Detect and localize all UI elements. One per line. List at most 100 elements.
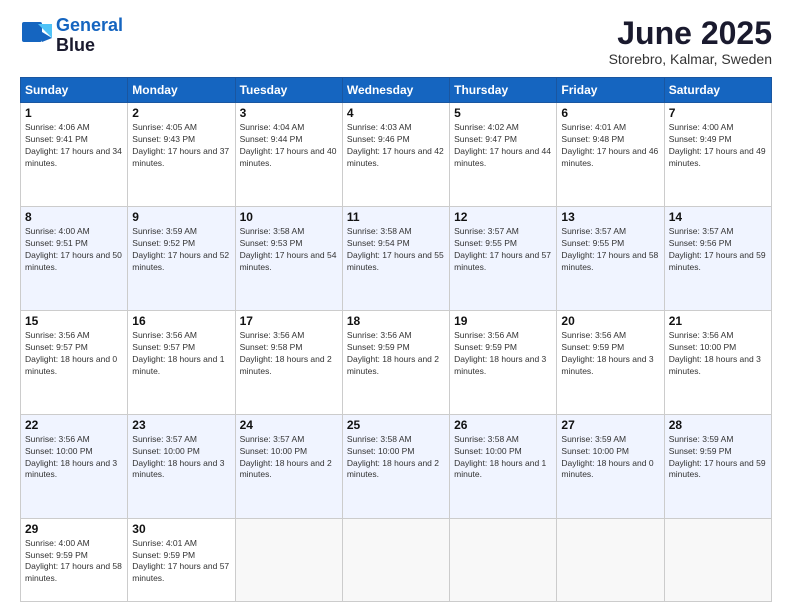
- day-info: Sunrise: 3:58 AMSunset: 9:53 PMDaylight:…: [240, 226, 337, 272]
- day-number: 4: [347, 106, 445, 120]
- day-number: 11: [347, 210, 445, 224]
- day-number: 17: [240, 314, 338, 328]
- table-row: 3 Sunrise: 4:04 AMSunset: 9:44 PMDayligh…: [235, 103, 342, 207]
- day-number: 19: [454, 314, 552, 328]
- table-row: 11 Sunrise: 3:58 AMSunset: 9:54 PMDaylig…: [342, 207, 449, 311]
- table-row: 22 Sunrise: 3:56 AMSunset: 10:00 PMDayli…: [21, 414, 128, 518]
- day-number: 2: [132, 106, 230, 120]
- day-info: Sunrise: 3:56 AMSunset: 9:59 PMDaylight:…: [347, 330, 439, 376]
- table-row: 4 Sunrise: 4:03 AMSunset: 9:46 PMDayligh…: [342, 103, 449, 207]
- day-info: Sunrise: 3:56 AMSunset: 9:57 PMDaylight:…: [25, 330, 117, 376]
- page: General Blue June 2025 Storebro, Kalmar,…: [0, 0, 792, 612]
- top-section: General Blue June 2025 Storebro, Kalmar,…: [20, 16, 772, 67]
- day-number: 5: [454, 106, 552, 120]
- day-info: Sunrise: 4:01 AMSunset: 9:48 PMDaylight:…: [561, 122, 658, 168]
- day-info: Sunrise: 3:58 AMSunset: 10:00 PMDaylight…: [454, 434, 546, 480]
- day-info: Sunrise: 3:56 AMSunset: 10:00 PMDaylight…: [25, 434, 117, 480]
- day-number: 28: [669, 418, 767, 432]
- day-info: Sunrise: 4:06 AMSunset: 9:41 PMDaylight:…: [25, 122, 122, 168]
- day-number: 8: [25, 210, 123, 224]
- day-info: Sunrise: 3:58 AMSunset: 10:00 PMDaylight…: [347, 434, 439, 480]
- day-info: Sunrise: 4:05 AMSunset: 9:43 PMDaylight:…: [132, 122, 229, 168]
- table-row: 15 Sunrise: 3:56 AMSunset: 9:57 PMDaylig…: [21, 310, 128, 414]
- day-number: 25: [347, 418, 445, 432]
- day-number: 12: [454, 210, 552, 224]
- logo-general: General: [56, 15, 123, 35]
- table-row: 29 Sunrise: 4:00 AMSunset: 9:59 PMDaylig…: [21, 518, 128, 601]
- table-row: 25 Sunrise: 3:58 AMSunset: 10:00 PMDayli…: [342, 414, 449, 518]
- day-number: 30: [132, 522, 230, 536]
- day-info: Sunrise: 4:00 AMSunset: 9:59 PMDaylight:…: [25, 538, 122, 584]
- month-title: June 2025: [609, 16, 772, 51]
- table-row: 9 Sunrise: 3:59 AMSunset: 9:52 PMDayligh…: [128, 207, 235, 311]
- col-friday: Friday: [557, 78, 664, 103]
- table-row: 1 Sunrise: 4:06 AMSunset: 9:41 PMDayligh…: [21, 103, 128, 207]
- day-info: Sunrise: 4:00 AMSunset: 9:49 PMDaylight:…: [669, 122, 766, 168]
- calendar-table: Sunday Monday Tuesday Wednesday Thursday…: [20, 77, 772, 602]
- day-number: 29: [25, 522, 123, 536]
- day-number: 22: [25, 418, 123, 432]
- logo: General Blue: [20, 16, 123, 56]
- table-row: [664, 518, 771, 601]
- logo-blue: Blue: [56, 35, 95, 55]
- table-row: 2 Sunrise: 4:05 AMSunset: 9:43 PMDayligh…: [128, 103, 235, 207]
- table-row: 19 Sunrise: 3:56 AMSunset: 9:59 PMDaylig…: [450, 310, 557, 414]
- day-number: 3: [240, 106, 338, 120]
- table-row: [342, 518, 449, 601]
- col-wednesday: Wednesday: [342, 78, 449, 103]
- logo-icon: [20, 20, 52, 52]
- table-row: 27 Sunrise: 3:59 AMSunset: 10:00 PMDayli…: [557, 414, 664, 518]
- day-info: Sunrise: 3:57 AMSunset: 9:55 PMDaylight:…: [561, 226, 658, 272]
- day-number: 16: [132, 314, 230, 328]
- table-row: 7 Sunrise: 4:00 AMSunset: 9:49 PMDayligh…: [664, 103, 771, 207]
- table-row: 26 Sunrise: 3:58 AMSunset: 10:00 PMDayli…: [450, 414, 557, 518]
- table-row: 18 Sunrise: 3:56 AMSunset: 9:59 PMDaylig…: [342, 310, 449, 414]
- day-number: 20: [561, 314, 659, 328]
- location: Storebro, Kalmar, Sweden: [609, 51, 772, 67]
- day-info: Sunrise: 3:57 AMSunset: 9:55 PMDaylight:…: [454, 226, 551, 272]
- day-number: 10: [240, 210, 338, 224]
- day-info: Sunrise: 3:56 AMSunset: 9:57 PMDaylight:…: [132, 330, 224, 376]
- table-row: 20 Sunrise: 3:56 AMSunset: 9:59 PMDaylig…: [557, 310, 664, 414]
- table-row: 28 Sunrise: 3:59 AMSunset: 9:59 PMDaylig…: [664, 414, 771, 518]
- day-info: Sunrise: 3:59 AMSunset: 10:00 PMDaylight…: [561, 434, 653, 480]
- day-number: 6: [561, 106, 659, 120]
- day-info: Sunrise: 3:56 AMSunset: 9:59 PMDaylight:…: [454, 330, 546, 376]
- col-tuesday: Tuesday: [235, 78, 342, 103]
- table-row: [557, 518, 664, 601]
- day-info: Sunrise: 4:00 AMSunset: 9:51 PMDaylight:…: [25, 226, 122, 272]
- col-saturday: Saturday: [664, 78, 771, 103]
- col-thursday: Thursday: [450, 78, 557, 103]
- table-row: 23 Sunrise: 3:57 AMSunset: 10:00 PMDayli…: [128, 414, 235, 518]
- day-number: 24: [240, 418, 338, 432]
- table-row: 12 Sunrise: 3:57 AMSunset: 9:55 PMDaylig…: [450, 207, 557, 311]
- table-row: 17 Sunrise: 3:56 AMSunset: 9:58 PMDaylig…: [235, 310, 342, 414]
- table-row: 21 Sunrise: 3:56 AMSunset: 10:00 PMDayli…: [664, 310, 771, 414]
- day-info: Sunrise: 4:03 AMSunset: 9:46 PMDaylight:…: [347, 122, 444, 168]
- table-row: 30 Sunrise: 4:01 AMSunset: 9:59 PMDaylig…: [128, 518, 235, 601]
- col-monday: Monday: [128, 78, 235, 103]
- table-row: [450, 518, 557, 601]
- day-number: 9: [132, 210, 230, 224]
- table-row: 6 Sunrise: 4:01 AMSunset: 9:48 PMDayligh…: [557, 103, 664, 207]
- col-sunday: Sunday: [21, 78, 128, 103]
- table-row: 8 Sunrise: 4:00 AMSunset: 9:51 PMDayligh…: [21, 207, 128, 311]
- day-number: 21: [669, 314, 767, 328]
- day-info: Sunrise: 4:04 AMSunset: 9:44 PMDaylight:…: [240, 122, 337, 168]
- day-number: 23: [132, 418, 230, 432]
- table-row: 14 Sunrise: 3:57 AMSunset: 9:56 PMDaylig…: [664, 207, 771, 311]
- table-row: 24 Sunrise: 3:57 AMSunset: 10:00 PMDayli…: [235, 414, 342, 518]
- day-number: 7: [669, 106, 767, 120]
- day-number: 26: [454, 418, 552, 432]
- table-row: 13 Sunrise: 3:57 AMSunset: 9:55 PMDaylig…: [557, 207, 664, 311]
- day-number: 13: [561, 210, 659, 224]
- table-row: [235, 518, 342, 601]
- day-info: Sunrise: 3:58 AMSunset: 9:54 PMDaylight:…: [347, 226, 444, 272]
- day-number: 18: [347, 314, 445, 328]
- day-number: 14: [669, 210, 767, 224]
- day-info: Sunrise: 3:56 AMSunset: 10:00 PMDaylight…: [669, 330, 761, 376]
- title-section: June 2025 Storebro, Kalmar, Sweden: [609, 16, 772, 67]
- logo-text: General Blue: [56, 16, 123, 56]
- table-row: 10 Sunrise: 3:58 AMSunset: 9:53 PMDaylig…: [235, 207, 342, 311]
- day-info: Sunrise: 3:57 AMSunset: 9:56 PMDaylight:…: [669, 226, 766, 272]
